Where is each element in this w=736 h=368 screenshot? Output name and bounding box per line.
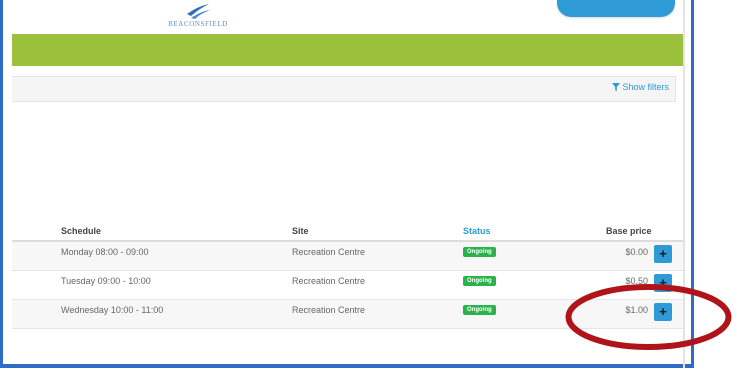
site-cell: Recreation Centre (292, 247, 366, 257)
table-row: Wednesday 10:00 - 11:00 Recreation Centr… (12, 300, 683, 329)
add-to-cart-button[interactable]: + (654, 303, 672, 321)
brand-name: BEACONSFIELD (168, 20, 228, 28)
add-to-cart-button[interactable]: + (654, 274, 672, 292)
column-header-site: Site (292, 226, 309, 236)
filter-bar: Show filters (12, 76, 676, 102)
schedule-table: Schedule Site Status Base price Monday 0… (12, 222, 683, 329)
show-filters-link[interactable]: Show filters (612, 82, 669, 92)
status-badge: Ongoing (463, 305, 496, 315)
page-edge (683, 0, 685, 368)
show-filters-label: Show filters (622, 82, 669, 92)
column-header-status[interactable]: Status (463, 226, 491, 236)
price-cell: $1.00 (625, 305, 648, 315)
column-header-schedule: Schedule (61, 226, 102, 236)
site-cell: Recreation Centre (292, 305, 366, 315)
wave-logo-icon (187, 4, 210, 19)
schedule-cell: Tuesday 09:00 - 10:00 (61, 276, 151, 286)
status-badge: Ongoing (463, 247, 496, 257)
main-nav-bar (12, 34, 683, 66)
table-row: Monday 08:00 - 09:00 Recreation Centre O… (12, 242, 683, 271)
schedule-cell: Monday 08:00 - 09:00 (61, 247, 149, 257)
column-header-base-price: Base price (606, 226, 652, 236)
table-row: Tuesday 09:00 - 10:00 Recreation Centre … (12, 271, 683, 300)
site-cell: Recreation Centre (292, 276, 366, 286)
price-cell: $0.50 (625, 276, 648, 286)
annotation-frame-bottom (0, 364, 694, 367)
table-header: Schedule Site Status Base price (12, 222, 683, 242)
schedule-cell: Wednesday 10:00 - 11:00 (61, 305, 164, 315)
funnel-icon (612, 83, 621, 91)
price-cell: $0.00 (625, 247, 648, 257)
header-action-button[interactable] (557, 0, 675, 17)
add-to-cart-button[interactable]: + (654, 245, 672, 263)
status-badge: Ongoing (463, 276, 496, 286)
brand-logo[interactable]: BEACONSFIELD (162, 0, 234, 32)
